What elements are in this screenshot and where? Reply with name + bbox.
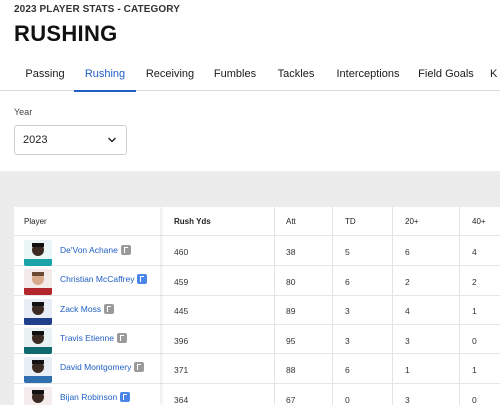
page-title: RUSHING xyxy=(14,21,118,46)
cell-40-plus: 0 xyxy=(472,395,477,405)
table-row: Zack Moss xyxy=(14,296,160,325)
player-headshot xyxy=(24,328,52,354)
column-divider xyxy=(332,207,333,405)
fantasy-badge-icon[interactable] xyxy=(120,245,131,255)
player-column: Player De'Von Achane Christian McCaffrey… xyxy=(14,207,160,405)
cell-td: 5 xyxy=(345,247,350,257)
cell-40-plus: 0 xyxy=(472,336,477,346)
fantasy-badge-icon[interactable] xyxy=(117,333,128,343)
cell-20-plus: 3 xyxy=(405,336,410,346)
tab-receiving[interactable]: Receiving xyxy=(138,57,202,91)
header-20-plus[interactable]: 20+ xyxy=(405,217,419,226)
tab-fumbles[interactable]: Fumbles xyxy=(206,57,264,91)
player-headshot xyxy=(24,299,52,325)
table-row: David Montgomery xyxy=(14,354,160,383)
tab-rushing[interactable]: Rushing xyxy=(74,57,136,92)
cell-20-plus: 1 xyxy=(405,365,410,375)
fantasy-badge-icon[interactable] xyxy=(104,304,115,314)
fantasy-badge-icon[interactable] xyxy=(137,274,148,284)
cell-rush-yds: 459 xyxy=(174,277,189,287)
player-name: Bijan Robinson xyxy=(60,392,118,402)
cell-att: 38 xyxy=(286,247,296,257)
tab-field-goals[interactable]: Field Goals xyxy=(412,57,480,91)
category-kicker: 2023 PLAYER STATS - CATEGORY xyxy=(14,4,180,15)
player-headshot xyxy=(24,357,52,383)
player-name: Zack Moss xyxy=(60,304,102,314)
player-name: Travis Etienne xyxy=(60,333,115,343)
fantasy-badge-icon[interactable] xyxy=(120,392,131,402)
row-divider xyxy=(14,235,160,236)
cell-att: 89 xyxy=(286,306,296,316)
player-link[interactable]: Bijan Robinson xyxy=(60,392,131,402)
cell-td: 3 xyxy=(345,336,350,346)
player-link[interactable]: Christian McCaffrey xyxy=(60,274,148,284)
column-divider xyxy=(459,207,460,405)
header-rush-yds[interactable]: Rush Yds xyxy=(174,217,211,226)
cell-td: 6 xyxy=(345,365,350,375)
cell-40-plus: 2 xyxy=(472,277,477,287)
table-row: Christian McCaffrey xyxy=(14,266,160,295)
cell-att: 80 xyxy=(286,277,296,287)
player-link[interactable]: De'Von Achane xyxy=(60,245,131,255)
year-value: 2023 xyxy=(23,134,48,146)
tab-kicking[interactable]: K xyxy=(490,57,500,91)
year-select[interactable]: 2023 xyxy=(14,125,127,155)
table-row: De'Von Achane xyxy=(14,237,160,266)
cell-40-plus: 1 xyxy=(472,365,477,375)
year-label: Year xyxy=(14,107,33,117)
cell-td: 6 xyxy=(345,277,350,287)
cell-rush-yds: 445 xyxy=(174,306,189,316)
cell-rush-yds: 364 xyxy=(174,395,189,405)
table-row: Bijan Robinson xyxy=(14,384,160,405)
category-tabs: Passing Rushing Receiving Fumbles Tackle… xyxy=(0,57,500,92)
cell-td: 3 xyxy=(345,306,350,316)
cell-td: 0 xyxy=(345,395,350,405)
player-headshot xyxy=(24,240,52,266)
header-40-plus[interactable]: 40+ xyxy=(472,217,486,226)
cell-att: 88 xyxy=(286,365,296,375)
table-row: Travis Etienne xyxy=(14,325,160,354)
tab-interceptions[interactable]: Interceptions xyxy=(330,57,406,91)
player-link[interactable]: Travis Etienne xyxy=(60,333,128,343)
player-headshot xyxy=(24,387,52,405)
cell-att: 67 xyxy=(286,395,296,405)
player-name: De'Von Achane xyxy=(60,245,118,255)
cell-rush-yds: 396 xyxy=(174,336,189,346)
cell-att: 95 xyxy=(286,336,296,346)
cell-rush-yds: 371 xyxy=(174,365,189,375)
cell-20-plus: 4 xyxy=(405,306,410,316)
stats-table: Rush Yds Att TD 20+ 40+ 460 38 5 6 4 459… xyxy=(14,207,500,405)
column-divider xyxy=(274,207,275,405)
cell-rush-yds: 460 xyxy=(174,247,189,257)
column-divider xyxy=(392,207,393,405)
player-link[interactable]: Zack Moss xyxy=(60,304,115,314)
header-player[interactable]: Player xyxy=(24,217,47,226)
chevron-down-icon xyxy=(108,137,116,143)
cell-40-plus: 4 xyxy=(472,247,477,257)
header-td[interactable]: TD xyxy=(345,217,356,226)
tab-tackles[interactable]: Tackles xyxy=(268,57,324,91)
player-name: Christian McCaffrey xyxy=(60,274,135,284)
player-headshot xyxy=(24,269,52,295)
cell-40-plus: 1 xyxy=(472,306,477,316)
player-name: David Montgomery xyxy=(60,362,132,372)
cell-20-plus: 2 xyxy=(405,277,410,287)
tab-passing[interactable]: Passing xyxy=(14,57,76,91)
player-link[interactable]: David Montgomery xyxy=(60,362,145,372)
cell-20-plus: 6 xyxy=(405,247,410,257)
header-att[interactable]: Att xyxy=(286,217,296,226)
cell-20-plus: 3 xyxy=(405,395,410,405)
fantasy-badge-icon[interactable] xyxy=(134,362,145,372)
